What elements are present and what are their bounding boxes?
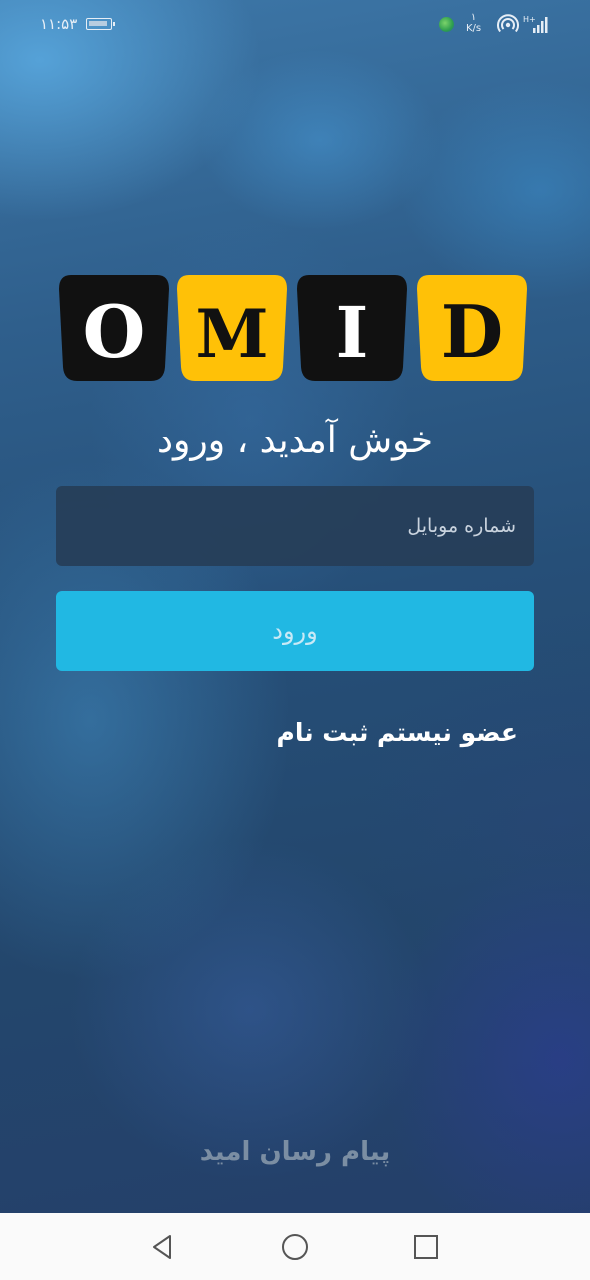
logo-tile-d: D <box>415 273 529 383</box>
svg-text:H+: H+ <box>523 15 536 24</box>
status-time: ۱۱:۵۳ <box>40 15 78 33</box>
back-icon[interactable] <box>146 1230 180 1264</box>
logo-letter-m: M <box>195 295 268 373</box>
hotspot-icon <box>497 14 519 33</box>
login-screen: ۱۱:۵۳ ۱ K/s H+ O M I D خوش آمدید ، ورود … <box>0 0 590 1280</box>
footer-brand: پیام رسان امید <box>199 1137 391 1167</box>
network-speed: ۱ K/s <box>466 12 481 34</box>
register-link[interactable]: عضو نیستم ثبت نام <box>277 718 519 747</box>
logo-tile-i: I <box>295 273 409 383</box>
logo-letter-i: I <box>336 291 369 374</box>
home-icon[interactable] <box>278 1230 312 1264</box>
status-bar: ۱۱:۵۳ ۱ K/s H+ <box>0 0 590 52</box>
signal-icon: H+ <box>523 15 548 33</box>
navigation-bar <box>0 1213 590 1280</box>
battery-icon <box>86 18 115 30</box>
logo-tile-o: O <box>57 273 171 383</box>
welcome-title: خوش آمدید ، ورود <box>156 420 434 461</box>
recents-icon[interactable] <box>409 1230 443 1264</box>
network-speed-value: ۱ <box>470 12 477 23</box>
phone-number-input[interactable] <box>56 486 534 566</box>
app-notification-icon <box>439 17 454 32</box>
login-button[interactable]: ورود <box>56 591 534 671</box>
logo-letter-d: D <box>441 289 503 374</box>
logo-tile-m: M <box>175 273 289 383</box>
network-speed-unit: K/s <box>466 23 482 34</box>
logo-letter-o: O <box>83 289 146 374</box>
omid-logo: O M I D <box>57 273 533 385</box>
